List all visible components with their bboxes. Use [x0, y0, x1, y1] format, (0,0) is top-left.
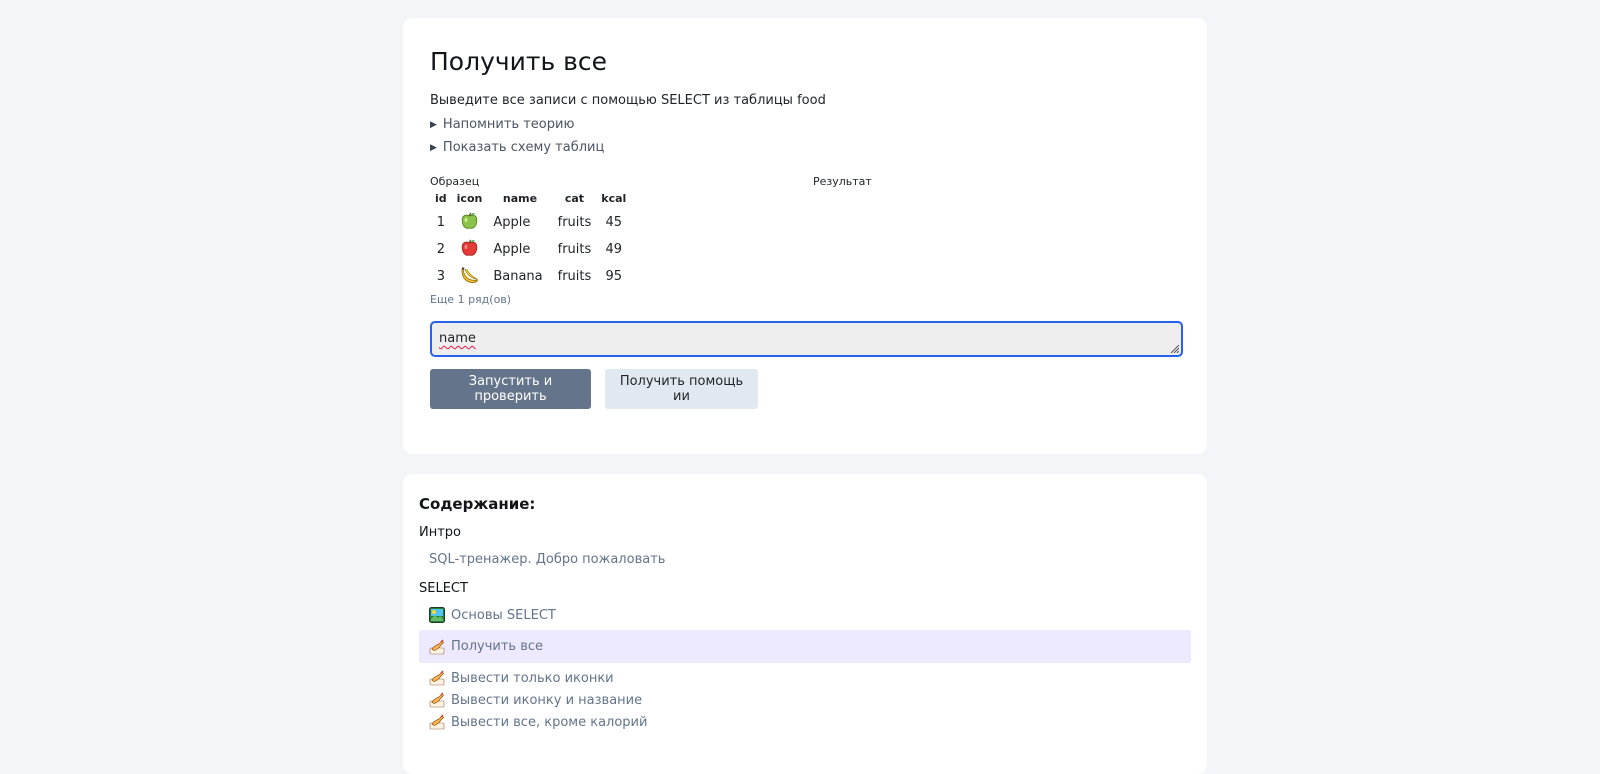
- toc-item-label: Получить все: [451, 639, 544, 654]
- sql-editor-text: name: [439, 331, 476, 346]
- action-buttons: Запустить и проверить Получить помощь ии: [430, 369, 1181, 409]
- green-apple-icon: [452, 209, 488, 236]
- cell-id: 3: [436, 269, 445, 284]
- cell-id: 2: [436, 242, 445, 257]
- table-row: 3 Banana fruits 95: [430, 263, 631, 290]
- table-header-row: id icon name cat kcal: [430, 191, 631, 209]
- toc-item-all-except-calories[interactable]: Вывести все, кроме калорий: [419, 711, 1191, 733]
- cell-id: 1: [436, 215, 445, 230]
- cell-cat: fruits: [557, 215, 592, 230]
- picture-icon: [429, 607, 445, 623]
- writing-hand-icon: [429, 714, 445, 730]
- resize-grip-icon[interactable]: [1169, 343, 1179, 353]
- task-card: Получить все Выведите все записи с помощ…: [403, 18, 1207, 454]
- toc-item-label: Основы SELECT: [451, 607, 556, 623]
- writing-hand-icon: [429, 692, 445, 708]
- toc-title: Содержание:: [419, 495, 536, 513]
- table-row: 1 Apple fruits 45: [430, 209, 631, 236]
- toc-section-select: SELECT: [419, 581, 468, 596]
- red-apple-icon: [452, 236, 488, 263]
- cell-kcal: 45: [605, 215, 623, 230]
- column-header: kcal: [601, 192, 627, 205]
- sql-editor[interactable]: name: [430, 321, 1183, 357]
- run-check-button[interactable]: Запустить и проверить: [430, 369, 591, 409]
- cell-name: Apple: [493, 215, 531, 230]
- sample-table: id icon name cat kcal 1 Apple fruits 45 …: [430, 191, 631, 290]
- banana-icon: [452, 263, 488, 290]
- column-header: name: [502, 192, 538, 205]
- column-header: id: [435, 192, 447, 205]
- toc-item-icon-and-name[interactable]: Вывести иконку и название: [419, 689, 1191, 711]
- column-header: cat: [564, 192, 585, 205]
- toc-card: Содержание: Интро SQL-тренажер. Добро по…: [403, 474, 1207, 774]
- schema-toggle[interactable]: ▶ Показать схему таблиц: [430, 140, 1181, 156]
- cell-name: Banana: [493, 269, 543, 284]
- schema-toggle-label: Показать схему таблиц: [442, 140, 605, 155]
- cell-name: Apple: [493, 242, 531, 257]
- ai-help-button[interactable]: Получить помощь ии: [605, 369, 758, 409]
- cell-kcal: 49: [605, 242, 623, 257]
- toc-section-intro: Интро: [419, 525, 462, 540]
- result-label: Результат: [813, 175, 872, 188]
- triangle-right-icon: ▶: [430, 120, 437, 130]
- table-row: 2 Apple fruits 49: [430, 236, 631, 263]
- writing-hand-icon: [429, 670, 445, 686]
- cell-cat: fruits: [557, 242, 592, 257]
- toc-item-get-all[interactable]: Получить все: [419, 630, 1191, 663]
- more-rows-note: Еще 1 ряд(ов): [430, 293, 512, 306]
- toc-item-welcome[interactable]: SQL-тренажер. Добро пожаловать: [419, 548, 1191, 570]
- toc-item-label: Вывести только иконки: [451, 670, 614, 686]
- column-header: icon: [456, 192, 483, 205]
- theory-toggle-label: Напомнить теорию: [442, 117, 575, 132]
- toc-item-label: SQL-тренажер. Добро пожаловать: [429, 551, 666, 567]
- comparison-area: Образец Результат id icon name cat kcal …: [430, 175, 1181, 315]
- cell-cat: fruits: [557, 269, 592, 284]
- toc-item-label: Вывести иконку и название: [451, 692, 643, 708]
- page-title: Получить все: [430, 47, 607, 76]
- task-description: Выведите все записи с помощью SELECT из …: [430, 93, 826, 108]
- cell-kcal: 95: [605, 269, 623, 284]
- toc-item-label: Вывести все, кроме калорий: [451, 714, 648, 730]
- triangle-right-icon: ▶: [430, 143, 437, 153]
- theory-toggle[interactable]: ▶ Напомнить теорию: [430, 117, 1181, 133]
- toc-item-select-basics[interactable]: Основы SELECT: [419, 604, 1191, 626]
- writing-hand-icon: [429, 639, 445, 654]
- toc-item-only-icons[interactable]: Вывести только иконки: [419, 667, 1191, 689]
- sample-label: Образец: [430, 175, 480, 188]
